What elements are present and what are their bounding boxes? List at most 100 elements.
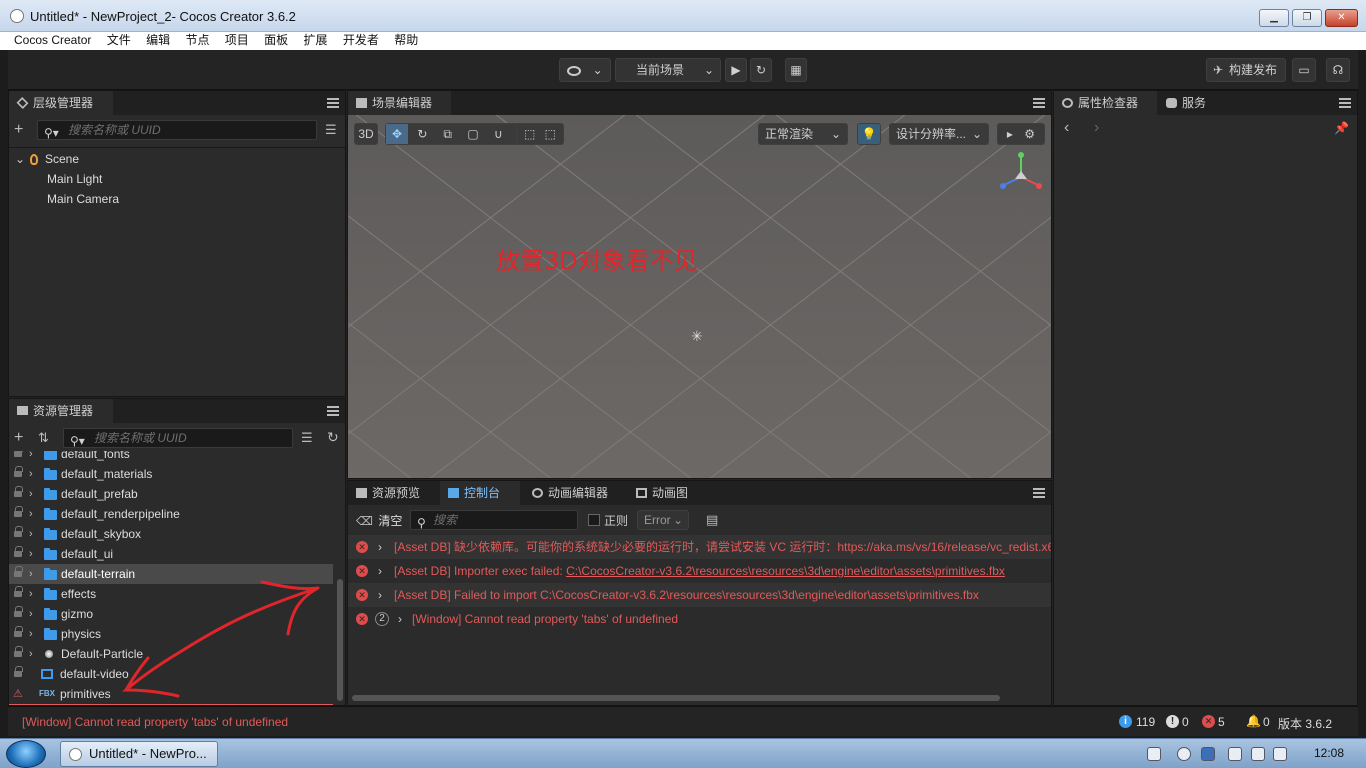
error-icon[interactable]: ✕ (1202, 715, 1215, 728)
asset-item[interactable]: › default_skybox (9, 524, 333, 544)
camera-icon[interactable]: ▸ (1007, 127, 1013, 141)
tree-node-scene[interactable]: ⌄ Scene (9, 149, 345, 169)
bell-icon[interactable]: 🔔 (1246, 714, 1261, 728)
asset-item[interactable]: › effects (9, 584, 333, 604)
axis-gizmo[interactable] (996, 151, 1046, 197)
panel-menu-icon[interactable] (327, 406, 339, 416)
clear-button[interactable]: ⌫ 清空 (356, 512, 402, 529)
scale-tool-icon[interactable]: ⧉ (437, 124, 459, 144)
maximize-button[interactable]: ❐ (1292, 9, 1322, 27)
menu-node[interactable]: 节点 (185, 32, 209, 49)
support-button[interactable]: ☊ (1326, 58, 1350, 82)
assets-scrollbar[interactable] (337, 579, 343, 701)
add-node-icon[interactable]: + (14, 121, 23, 139)
local-space-icon[interactable]: ⬚ (545, 127, 556, 141)
list-view-icon[interactable]: ☰ (301, 430, 313, 446)
build-button[interactable]: ✈ 构建发布 (1206, 58, 1286, 82)
move-tool-icon[interactable]: ✥ (386, 124, 408, 144)
snap-tool-icon[interactable]: ∪ (487, 124, 509, 144)
asset-item[interactable]: › default_renderpipeline (9, 504, 333, 524)
network-adapter-icon[interactable] (1201, 747, 1215, 761)
console-row[interactable]: ✕ › [Asset DB] 缺少依赖库。可能你的系统缺少必要的运行时，请尝试安… (348, 535, 1051, 559)
asset-item-partial[interactable]: › default_fonts (9, 451, 333, 464)
tab-hierarchy[interactable]: 层级管理器 (9, 91, 113, 115)
console-row[interactable]: ✕ › [Asset DB] Importer exec failed: C:\… (348, 559, 1051, 583)
list-view-icon[interactable]: ☰ (325, 122, 337, 138)
tab-animation-editor[interactable]: 动画编辑器 (524, 481, 626, 505)
qrcode-button[interactable]: ▦ (785, 58, 807, 82)
asset-item[interactable]: › gizmo (9, 604, 333, 624)
tab-assets[interactable]: 资源管理器 (9, 399, 113, 423)
add-asset-icon[interactable]: + (14, 429, 23, 447)
console-row[interactable]: ✕ 2 › [Window] Cannot read property 'tab… (348, 607, 1051, 631)
asset-item[interactable]: › default_ui (9, 544, 333, 564)
console-row[interactable]: ✕ › [Asset DB] Failed to import C:\Cocos… (348, 583, 1051, 607)
warning-icon[interactable]: ! (1166, 715, 1179, 728)
refresh-button[interactable]: ↻ (750, 58, 772, 82)
panel-menu-icon[interactable] (1339, 98, 1351, 108)
menu-help[interactable]: 帮助 (394, 32, 418, 49)
panel-menu-icon[interactable] (1033, 488, 1045, 498)
asset-item[interactable]: › Default-Particle (9, 644, 333, 664)
tab-animation-graph[interactable]: 动画图 (628, 481, 706, 505)
menu-cocos-creator[interactable]: Cocos Creator (14, 32, 91, 49)
forward-arrow-icon[interactable]: › (1094, 119, 1099, 137)
flag-icon[interactable] (1228, 747, 1242, 761)
console-hscrollbar[interactable] (352, 695, 1000, 701)
menu-edit[interactable]: 编辑 (146, 32, 170, 49)
asset-item-selected[interactable]: › default-terrain (9, 564, 333, 584)
minimize-button[interactable]: ▁ (1259, 9, 1289, 27)
play-button[interactable]: ▶ (725, 58, 747, 82)
hierarchy-search-input[interactable]: ⚲▾ 搜索名称或 UUID (37, 120, 317, 140)
rect-tool-icon[interactable]: ▢ (462, 124, 484, 144)
pivot-icon[interactable]: ⬚ (524, 127, 535, 141)
menu-developer[interactable]: 开发者 (343, 32, 379, 49)
menu-project[interactable]: 项目 (225, 32, 249, 49)
menu-panel[interactable]: 面板 (264, 32, 288, 49)
console-path-link[interactable]: C:\CocosCreator-v3.6.2\resources\resourc… (566, 564, 1005, 578)
tab-asset-preview[interactable]: 资源预览 (348, 481, 438, 505)
close-window-button[interactable]: ✕ (1325, 9, 1358, 27)
sort-icon[interactable]: ⇅ (38, 430, 49, 446)
start-button[interactable] (6, 740, 46, 768)
scene-select[interactable]: 当前场景 ⌄ (615, 58, 721, 82)
tab-console[interactable]: 控制台 (440, 481, 520, 505)
tab-services[interactable]: 服务 (1158, 91, 1228, 115)
tab-scene[interactable]: 场景编辑器 (348, 91, 451, 115)
asset-item[interactable]: › physics (9, 624, 333, 644)
open-folder-button[interactable]: ▭ (1292, 58, 1316, 82)
resolution-select[interactable]: 设计分辨率... ⌄ (889, 123, 989, 145)
lighting-toggle[interactable]: 💡 (857, 123, 881, 145)
regex-checkbox[interactable] (588, 514, 600, 526)
asset-item-error[interactable]: ⚠ FBX primitives (9, 684, 333, 704)
pin-icon[interactable]: 📌 (1334, 121, 1349, 135)
refresh-icon[interactable]: ↻ (327, 429, 339, 446)
taskbar-item-cocos[interactable]: Untitled* - NewPro... (60, 741, 218, 767)
tab-inspector[interactable]: 属性检查器 (1054, 91, 1157, 115)
assets-search-input[interactable]: ⚲▾ 搜索名称或 UUID (63, 428, 293, 448)
monitor-icon[interactable] (1251, 747, 1265, 761)
gear-icon[interactable]: ⚙ (1024, 127, 1035, 141)
cocos-tray-icon[interactable] (1177, 747, 1191, 761)
info-icon[interactable]: i (1119, 715, 1132, 728)
rotate-tool-icon[interactable]: ↻ (411, 124, 433, 144)
log-level-select[interactable]: Error ⌄ (637, 510, 689, 530)
toggle-3d-button[interactable]: 3D (354, 123, 378, 145)
panel-menu-icon[interactable] (327, 98, 339, 108)
panel-menu-icon[interactable] (1033, 98, 1045, 108)
menu-extension[interactable]: 扩展 (304, 32, 328, 49)
back-arrow-icon[interactable]: ‹ (1064, 119, 1069, 137)
console-search-input[interactable]: ⚲ 搜索 (410, 510, 578, 530)
asset-item[interactable]: default-video (9, 664, 333, 684)
copy-log-icon[interactable]: ▤ (706, 512, 718, 528)
platform-select[interactable]: ⌄ (559, 58, 611, 82)
tree-node-main-light[interactable]: Main Light (9, 169, 345, 189)
tree-node-main-camera[interactable]: Main Camera (9, 189, 345, 209)
asset-item[interactable]: › default_prefab (9, 484, 333, 504)
menu-file[interactable]: 文件 (107, 32, 131, 49)
keyboard-icon[interactable] (1147, 747, 1161, 761)
light-gizmo-icon[interactable]: ✳ (691, 328, 703, 345)
asset-item[interactable]: › default_materials (9, 464, 333, 484)
render-mode-select[interactable]: 正常渲染 ⌄ (758, 123, 848, 145)
volume-muted-icon[interactable] (1273, 747, 1287, 761)
